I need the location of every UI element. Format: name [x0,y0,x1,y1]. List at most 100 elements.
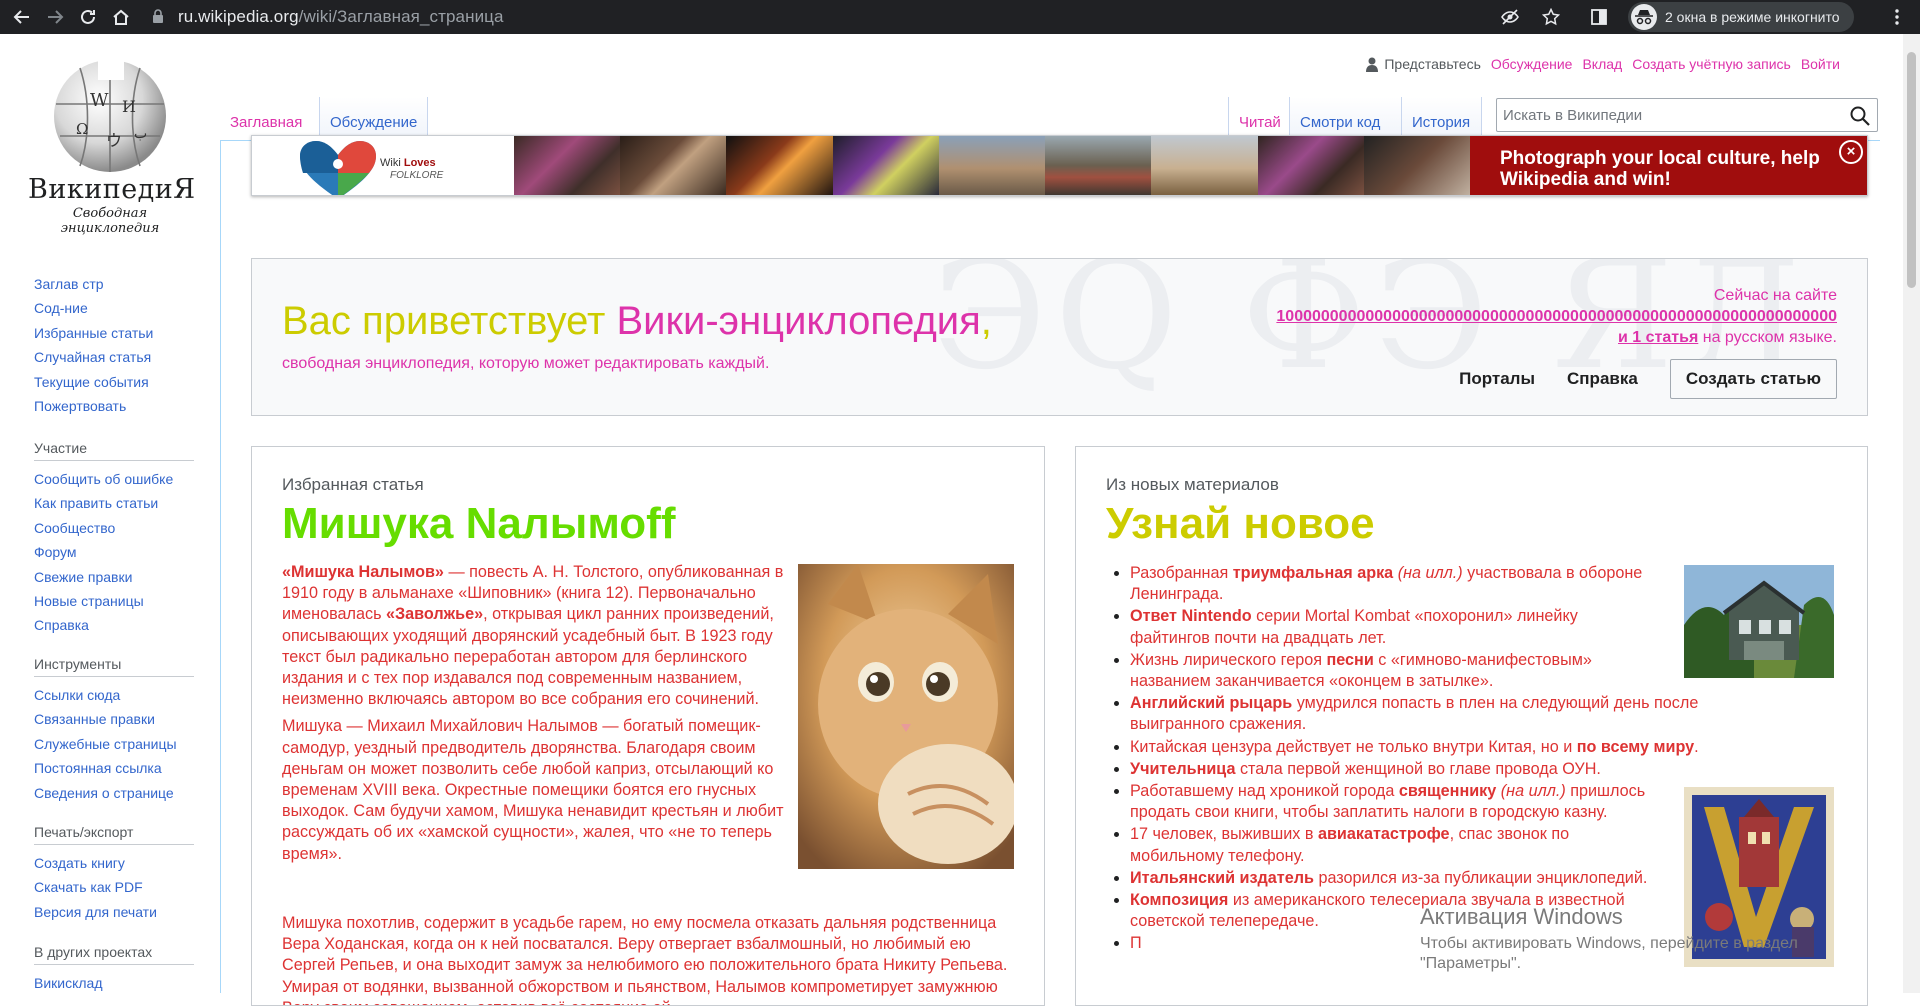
search-icon[interactable] [1849,105,1871,127]
nav-item-special-pages[interactable]: Служебные страницы [34,732,194,756]
nav-item-report-error[interactable]: Сообщить об ошибке [34,467,194,491]
heart-puzzle-icon [300,141,376,195]
dyk-item-link[interactable]: авиакатастрофе [1318,825,1450,843]
nav-item-featured[interactable]: Избранные статьи [34,321,194,345]
contributions-link[interactable]: Вклад [1582,56,1622,72]
tracking-protection-button[interactable] [1497,4,1523,30]
wikipedia-logo[interactable]: W И Ω ウ ب ВикипедиЯ Свободная энциклопед… [28,54,195,236]
dyk-item-link[interactable]: Учительница [1130,760,1235,778]
wiki-loves-folklore-banner[interactable]: Wiki Loves FOLKLORE Photograph your loca… [251,135,1868,196]
address-bar[interactable]: ru.wikipedia.org/wiki/Заглавная_страница [178,7,504,27]
nav-item-current-events[interactable]: Текущие события [34,370,194,394]
url-host: ru.wikipedia.org [178,7,299,26]
nav-item-random[interactable]: Случайная статья [34,345,194,369]
stats-and-link[interactable]: и 1 статья [1618,329,1698,346]
dyk-item-text: . [1694,737,1699,756]
login-link[interactable]: Войти [1801,56,1840,72]
dyk-item-link[interactable]: священнику [1399,782,1496,800]
reload-button[interactable] [75,4,101,30]
featured-link-title[interactable]: «Мишука Налымов» [282,563,444,581]
stats-number-link[interactable]: 1000000000000000000000000000000000000000… [1276,306,1837,327]
nav-item-help[interactable]: Справка [34,613,194,637]
svg-text:ウ: ウ [106,131,122,150]
dyk-item: Учительница стала первой женщиной во гла… [1130,759,1770,780]
svg-text:ب: ب [134,126,147,142]
nav-item-how-to-edit[interactable]: Как править статьи [34,491,194,515]
dyk-item: Китайская цензура действует не только вн… [1130,737,1770,758]
welcome-greet: Вас приветствует [282,299,617,343]
page-scrollbar[interactable] [1903,34,1920,993]
dyk-item-link[interactable]: Итальянский издатель [1130,869,1314,887]
search-input[interactable] [1503,105,1833,125]
banner-photo [1363,136,1470,195]
nav-item-new-pages[interactable]: Новые страницы [34,589,194,613]
dyk-item-text: разорился из-за публикации энциклопедий. [1313,868,1648,887]
dyk-item: Английский рыцарь умудрился попасть в пл… [1130,693,1770,735]
nav-item-permanent-link[interactable]: Постоянная ссылка [34,756,194,780]
nav-item-contents[interactable]: Сод-ние [34,296,194,320]
dyk-item-text: стала первой женщиной во главе провода О… [1235,759,1601,778]
tab-read[interactable]: Читай [1228,97,1290,140]
welcome-wiki-link[interactable]: Вики-энциклопедия [616,299,980,343]
nav-tools: Инструменты Ссылки сюда Связанные правки… [34,656,194,805]
tab-discussion[interactable]: Обсуждение [320,97,428,140]
lock-icon[interactable] [152,9,164,24]
dyk-item-text: Разобранная [1130,564,1233,582]
search-box[interactable] [1496,98,1878,132]
nav-item-donate[interactable]: Пожертвовать [34,394,194,418]
portals-link[interactable]: Порталы [1459,369,1535,389]
featured-link-zavolzhye[interactable]: «Заволжье» [386,605,483,623]
dyk-image-arch[interactable] [1684,565,1834,678]
nav-item-page-info[interactable]: Сведения о странице [34,781,194,805]
menu-button[interactable] [1884,4,1910,30]
reload-icon [81,9,95,24]
nav-item-commons[interactable]: Викисклад [34,971,194,995]
side-panel-button[interactable] [1586,4,1612,30]
scrollbar-thumb[interactable] [1907,52,1916,288]
featured-paragraph: «Мишука Налымов» — повесть А. Н. Толстог… [282,562,787,710]
home-button[interactable] [108,4,134,30]
featured-paragraph: Мишука похотлив, содержит в усадьбе гаре… [282,914,1008,1005]
create-article-button[interactable]: Создать статью [1669,359,1837,399]
house-photo-icon [1684,565,1834,678]
bookmark-button[interactable] [1538,4,1564,30]
tab-main-page[interactable]: Заглавная [220,97,320,140]
tab-read-label: Читай [1239,114,1281,131]
nav-heading-participation: Участие [34,440,194,461]
nav-item-what-links-here[interactable]: Ссылки сюда [34,683,194,707]
nav-item-forum[interactable]: Форум [34,540,194,564]
dyk-item-link[interactable]: песни [1326,651,1373,669]
dyk-item-link[interactable]: по всему миру [1577,738,1694,756]
dyk-item-link[interactable]: Ответ Nintendo [1130,607,1252,625]
nav-item-recent-changes[interactable]: Свежие правки [34,565,194,589]
nav-item-printable[interactable]: Версия для печати [34,900,194,924]
nav-item-create-book[interactable]: Создать книгу [34,851,194,875]
welcome-stats: Сейчас на сайте 100000000000000000000000… [1276,285,1837,348]
tab-history[interactable]: История [1402,97,1482,140]
banner-close-button[interactable]: × [1839,140,1863,164]
nav-item-community[interactable]: Сообщество [34,516,194,540]
arrow-left-icon [13,10,29,24]
talk-link[interactable]: Обсуждение [1491,56,1573,72]
nav-item-download-pdf[interactable]: Скачать как PDF [34,875,194,899]
nav-item-main-page[interactable]: Заглав стр [34,272,194,296]
dyk-title[interactable]: Узнай новое [1106,499,1375,549]
incognito-indicator[interactable]: 2 окна в режиме инкогнито [1628,2,1854,32]
tab-view-source[interactable]: Смотри код [1290,97,1402,140]
dyk-item-link[interactable]: Английский рыцарь [1130,694,1292,712]
banner-photo-strip [514,136,1470,195]
tab-discussion-label: Обсуждение [330,114,418,131]
back-button[interactable] [9,4,35,30]
featured-image[interactable] [798,564,1014,869]
dyk-item-link[interactable]: Композиция [1130,891,1228,909]
tab-history-label: История [1412,114,1471,131]
banner-photo [1151,136,1258,195]
dyk-item-link[interactable]: триумфальная арка [1233,564,1393,582]
nav-item-related-changes[interactable]: Связанные правки [34,707,194,731]
forward-button[interactable] [42,4,68,30]
help-link[interactable]: Справка [1567,369,1638,389]
featured-title[interactable]: Мишука Nалымоff [282,499,676,549]
banner-cta[interactable]: Photograph your local culture, help Wiki… [1470,136,1867,195]
create-account-link[interactable]: Создать учётную запись [1632,56,1791,72]
star-icon [1542,8,1560,26]
